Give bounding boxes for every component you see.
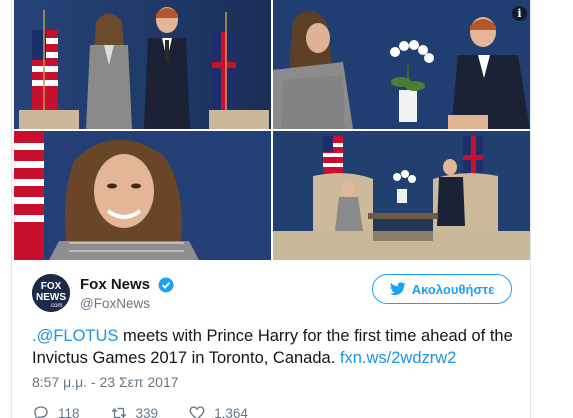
tweet-card: i FOX NEWS .com Fox News @FoxNews Ακολου… — [11, 0, 531, 418]
reply-count: 118 — [58, 405, 80, 418]
photo-seated-orchid[interactable] — [273, 0, 530, 129]
follow-button-label: Ακολουθήστε — [411, 281, 495, 297]
avatar[interactable]: FOX NEWS .com — [32, 274, 70, 312]
photo-closeup[interactable] — [14, 131, 271, 260]
reply-icon — [34, 406, 48, 418]
follow-button[interactable]: Ακολουθήστε — [372, 274, 512, 304]
reply-action[interactable]: 118 — [32, 403, 80, 418]
media-info-icon[interactable]: i — [512, 6, 527, 21]
like-action[interactable]: 1.364 — [188, 403, 248, 418]
photo-standing[interactable] — [14, 0, 271, 129]
photo-wide-room[interactable] — [273, 131, 530, 260]
tweet-timestamp[interactable]: 8:57 μ.μ. - 23 Σεπ 2017 — [32, 374, 179, 390]
retweet-count: 339 — [135, 405, 159, 418]
tweet-actions: 118 339 1.364 — [32, 403, 278, 418]
name-block: Fox News @FoxNews — [80, 276, 174, 311]
like-count: 1.364 — [214, 405, 248, 418]
screen-name[interactable]: @FoxNews — [80, 296, 174, 311]
avatar-text-mid: NEWS — [36, 292, 66, 303]
twitter-bird-icon — [389, 282, 406, 296]
retweet-action[interactable]: 339 — [110, 403, 159, 418]
tweet-text: .@FLOTUS meets with Prince Harry for the… — [32, 325, 522, 369]
verified-badge-icon — [158, 277, 174, 293]
short-link[interactable]: fxn.ws/2wdzrw2 — [340, 349, 456, 367]
avatar-text-top: FOX — [41, 281, 62, 292]
retweet-icon — [111, 407, 126, 418]
display-name[interactable]: Fox News — [80, 276, 150, 293]
mention-link[interactable]: .@FLOTUS — [32, 327, 118, 345]
heart-icon — [189, 406, 205, 418]
avatar-text-bot: .com — [49, 303, 62, 309]
media-grid[interactable]: i — [12, 0, 530, 260]
